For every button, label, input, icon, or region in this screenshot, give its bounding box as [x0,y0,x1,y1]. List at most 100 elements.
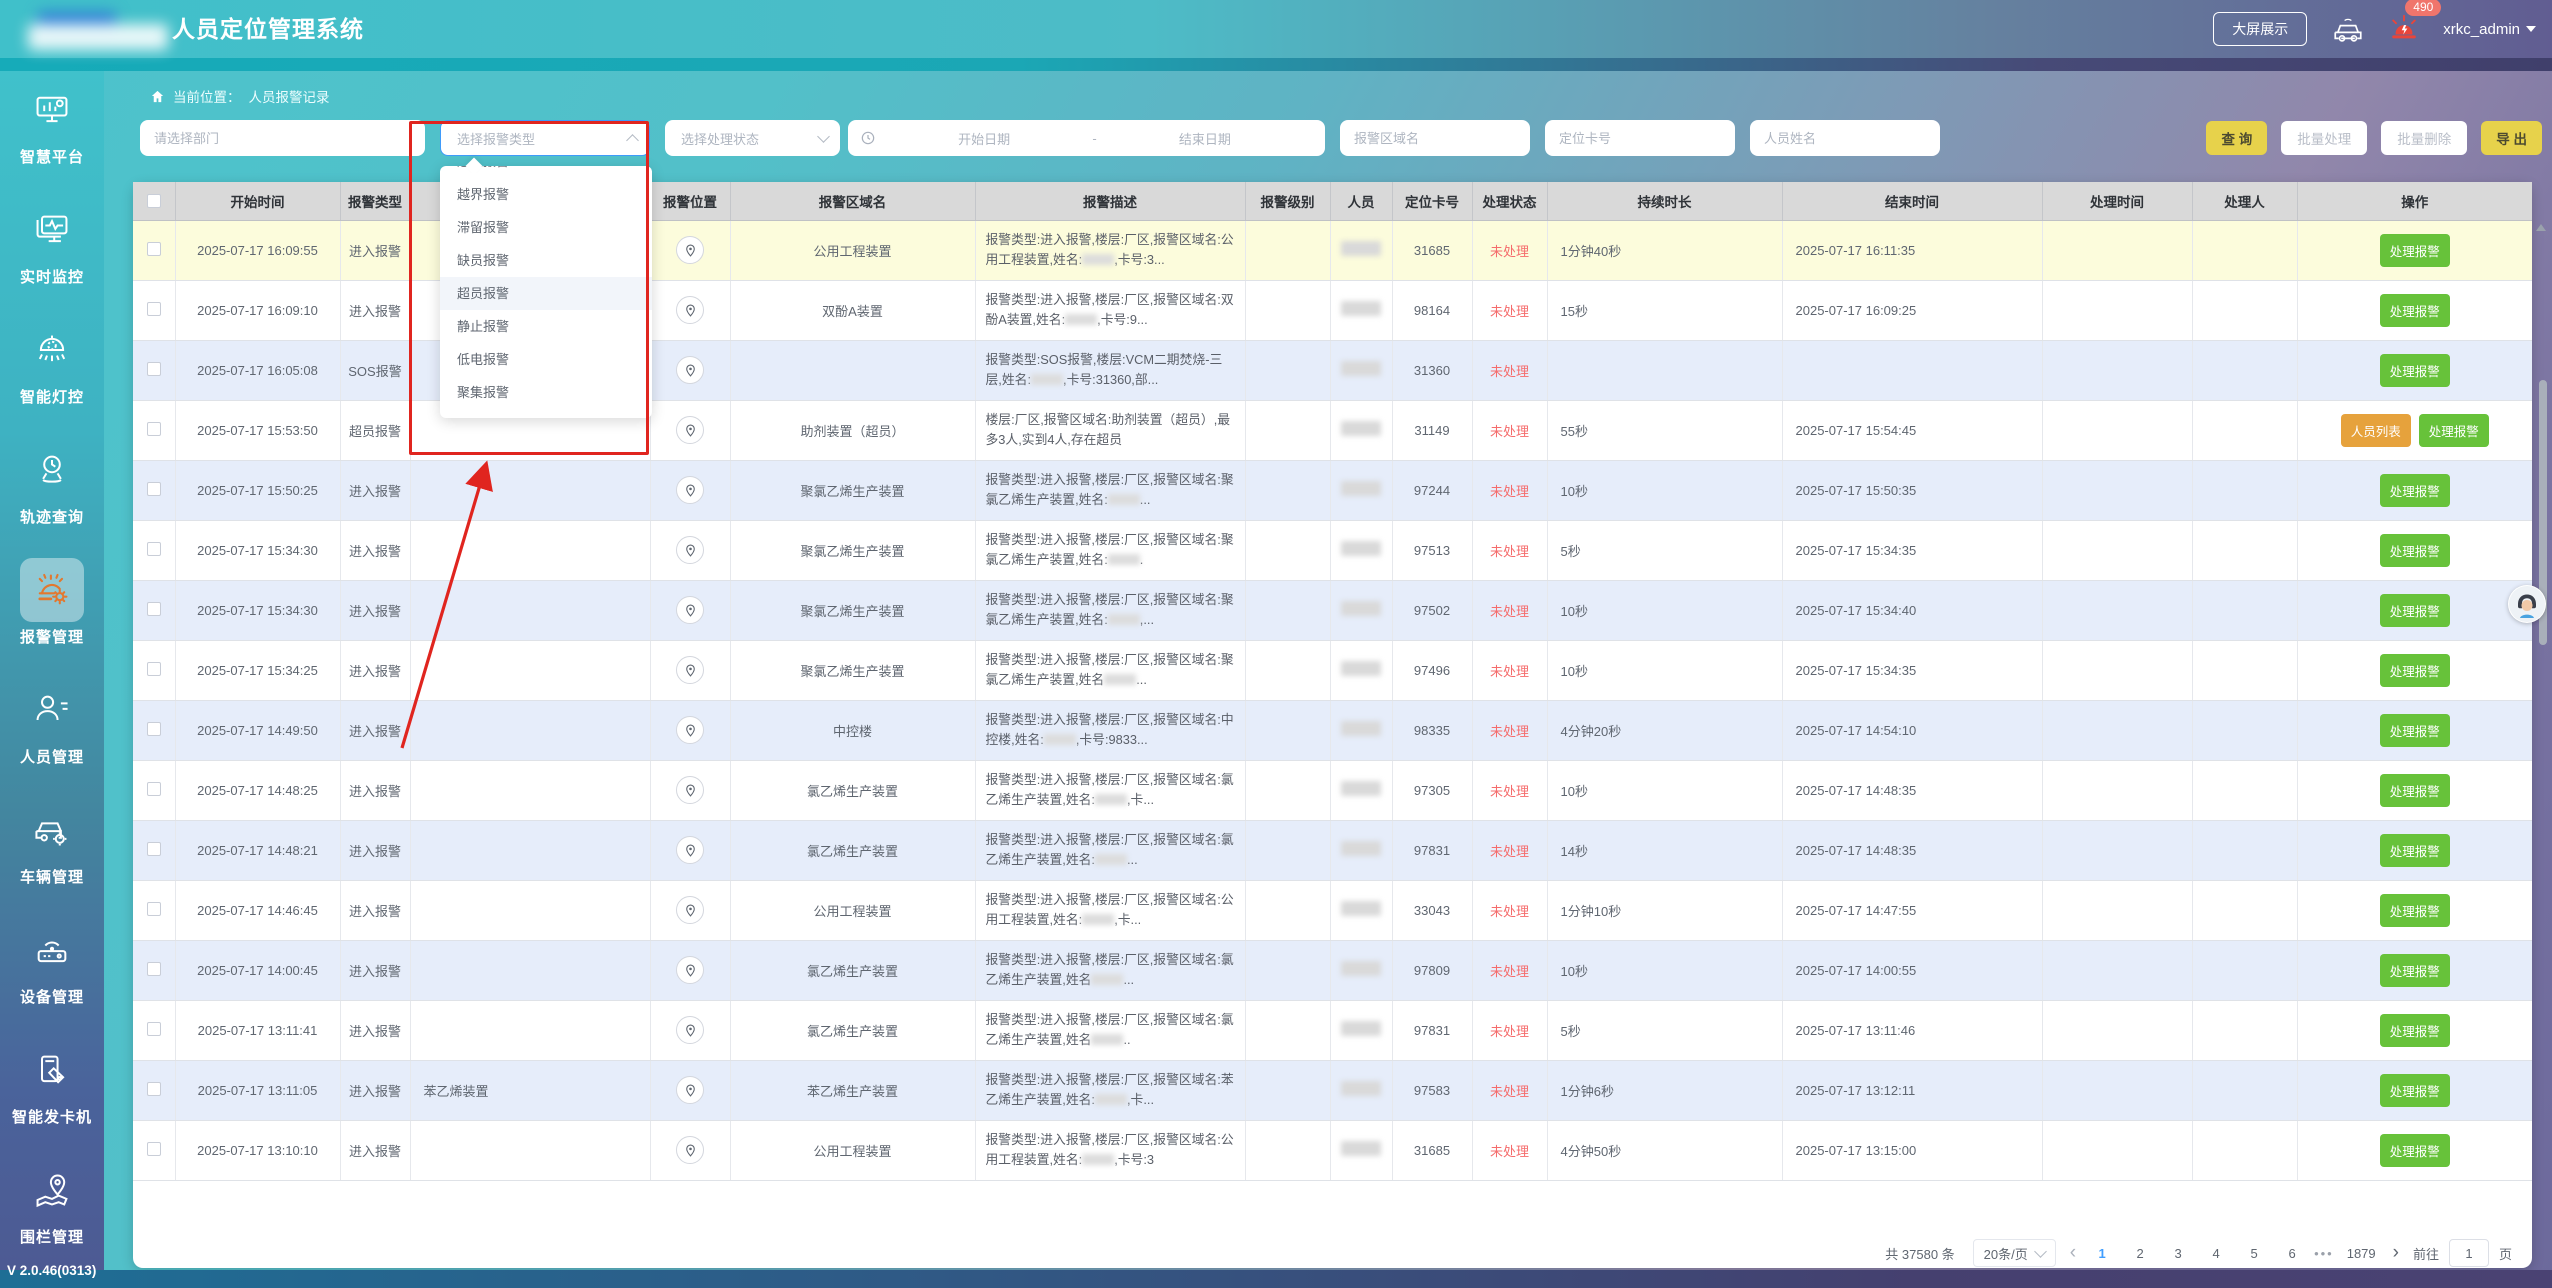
handle-alarm-button[interactable]: 处理报警 [2380,234,2450,267]
handle-alarm-button[interactable]: 处理报警 [2380,534,2450,567]
handle-alarm-button[interactable]: 处理报警 [2419,414,2489,447]
page-size-select[interactable]: 20条/页 [1973,1239,2056,1267]
big-screen-button[interactable]: 大屏展示 [2213,12,2307,46]
vehicle-icon[interactable] [2331,14,2365,44]
row-checkbox[interactable] [147,842,161,856]
handle-alarm-button[interactable]: 处理报警 [2380,954,2450,987]
row-checkbox[interactable] [147,542,161,556]
sidebar-item-smart-platform[interactable]: 智慧平台 [0,78,104,190]
alarm-position-cell [650,220,730,280]
start-date-field[interactable]: 开始日期 [876,129,1092,148]
more-pages-button[interactable]: ••• [2314,1246,2334,1261]
alarm-type-select[interactable]: 选择报警类型 [440,120,650,156]
next-page-button[interactable]: › [2389,1239,2403,1267]
alarm-type-option[interactable]: 静止报警 [440,310,652,343]
row-checkbox[interactable] [147,782,161,796]
prev-page-button[interactable]: ‹ [2066,1239,2080,1267]
select-all-checkbox[interactable] [147,194,161,208]
row-checkbox[interactable] [147,302,161,316]
export-button[interactable]: 导 出 [2481,121,2542,155]
sidebar-item-person-manage[interactable]: 人员管理 [0,678,104,790]
region-name-input[interactable] [1340,120,1530,156]
batch-process-button[interactable]: 批量处理 [2281,121,2367,155]
search-button[interactable]: 查 询 [2206,121,2267,155]
handle-alarm-button[interactable]: 处理报警 [2380,714,2450,747]
location-pin-icon[interactable] [676,1076,704,1104]
location-pin-icon[interactable] [676,776,704,804]
row-checkbox[interactable] [147,962,161,976]
page-number[interactable]: 4 [2204,1246,2228,1261]
user-menu[interactable]: xrkc_admin [2443,21,2536,38]
row-checkbox[interactable] [147,662,161,676]
sidebar-item-device-manage[interactable]: 设备管理 [0,918,104,1030]
alarm-type-option[interactable]: 越界报警 [440,178,652,211]
location-pin-icon[interactable] [676,536,704,564]
scroll-up-icon[interactable] [2536,224,2546,231]
alarm-type-option[interactable]: 超员报警 [440,277,652,310]
page-number[interactable]: 3 [2166,1246,2190,1261]
alarm-type-option[interactable]: 聚集报警 [440,376,652,409]
handle-alarm-button[interactable]: 处理报警 [2380,654,2450,687]
handle-alarm-button[interactable]: 处理报警 [2380,354,2450,387]
assistant-float-icon[interactable] [2508,585,2546,623]
alarm-type-option[interactable]: 低电报警 [440,343,652,376]
row-checkbox[interactable] [147,722,161,736]
row-checkbox[interactable] [147,242,161,256]
handle-alarm-button[interactable]: 处理报警 [2380,894,2450,927]
page-number[interactable]: 1 [2090,1246,2114,1261]
handle-alarm-button[interactable]: 处理报警 [2380,774,2450,807]
location-pin-icon[interactable] [676,296,704,324]
alarm-type-option[interactable]: 缺员报警 [440,244,652,277]
sidebar-item-alarm-manage[interactable]: 报警管理 [0,558,104,670]
row-checkbox[interactable] [147,602,161,616]
location-pin-icon[interactable] [676,1016,704,1044]
page-number[interactable]: 5 [2242,1246,2266,1261]
alarm-type-option[interactable]: 滞留报警 [440,211,652,244]
alarm-siren-icon[interactable]: 490 [2389,12,2419,47]
location-pin-icon[interactable] [676,896,704,924]
handle-alarm-button[interactable]: 处理报警 [2380,1134,2450,1167]
row-checkbox[interactable] [147,362,161,376]
card-number-cell: 98164 [1392,280,1472,340]
location-pin-icon[interactable] [676,956,704,984]
sidebar-item-card-dispenser[interactable]: 智能发卡机 [0,1038,104,1150]
handle-alarm-button[interactable]: 处理报警 [2380,834,2450,867]
location-pin-icon[interactable] [676,596,704,624]
handle-alarm-button[interactable]: 处理报警 [2380,294,2450,327]
end-date-field[interactable]: 结束日期 [1097,129,1313,148]
status-select[interactable]: 选择处理状态 [665,120,840,156]
page-number-last[interactable]: 1879 [2344,1246,2379,1261]
location-pin-icon[interactable] [676,476,704,504]
card-number-input[interactable] [1545,120,1735,156]
page-number[interactable]: 2 [2128,1246,2152,1261]
location-pin-icon[interactable] [676,236,704,264]
location-pin-icon[interactable] [676,356,704,384]
row-checkbox[interactable] [147,1142,161,1156]
date-range-picker[interactable]: 开始日期 - 结束日期 [848,120,1325,156]
person-name-input[interactable] [1750,120,1940,156]
person-list-button[interactable]: 人员列表 [2341,414,2411,447]
page-number[interactable]: 6 [2280,1246,2304,1261]
location-pin-icon[interactable] [676,836,704,864]
batch-delete-button[interactable]: 批量删除 [2381,121,2467,155]
handle-alarm-button[interactable]: 处理报警 [2380,594,2450,627]
location-pin-icon[interactable] [676,416,704,444]
sidebar-item-realtime-monitor[interactable]: 实时监控 [0,198,104,310]
location-pin-icon[interactable] [676,656,704,684]
row-checkbox[interactable] [147,1082,161,1096]
row-checkbox[interactable] [147,482,161,496]
sidebar-item-vehicle-manage[interactable]: 车辆管理 [0,798,104,910]
goto-page-input[interactable] [2449,1239,2489,1267]
handle-alarm-button[interactable]: 处理报警 [2380,1014,2450,1047]
handle-alarm-button[interactable]: 处理报警 [2380,1074,2450,1107]
row-checkbox[interactable] [147,1022,161,1036]
sidebar-item-track-query[interactable]: 轨迹查询 [0,438,104,550]
dept-select-input[interactable] [140,120,425,156]
sidebar-item-smart-light[interactable]: 智能灯控 [0,318,104,430]
sidebar-item-fence-manage[interactable]: 围栏管理 [0,1158,104,1270]
location-pin-icon[interactable] [676,1136,704,1164]
row-checkbox[interactable] [147,422,161,436]
location-pin-icon[interactable] [676,716,704,744]
handle-alarm-button[interactable]: 处理报警 [2380,474,2450,507]
row-checkbox[interactable] [147,902,161,916]
